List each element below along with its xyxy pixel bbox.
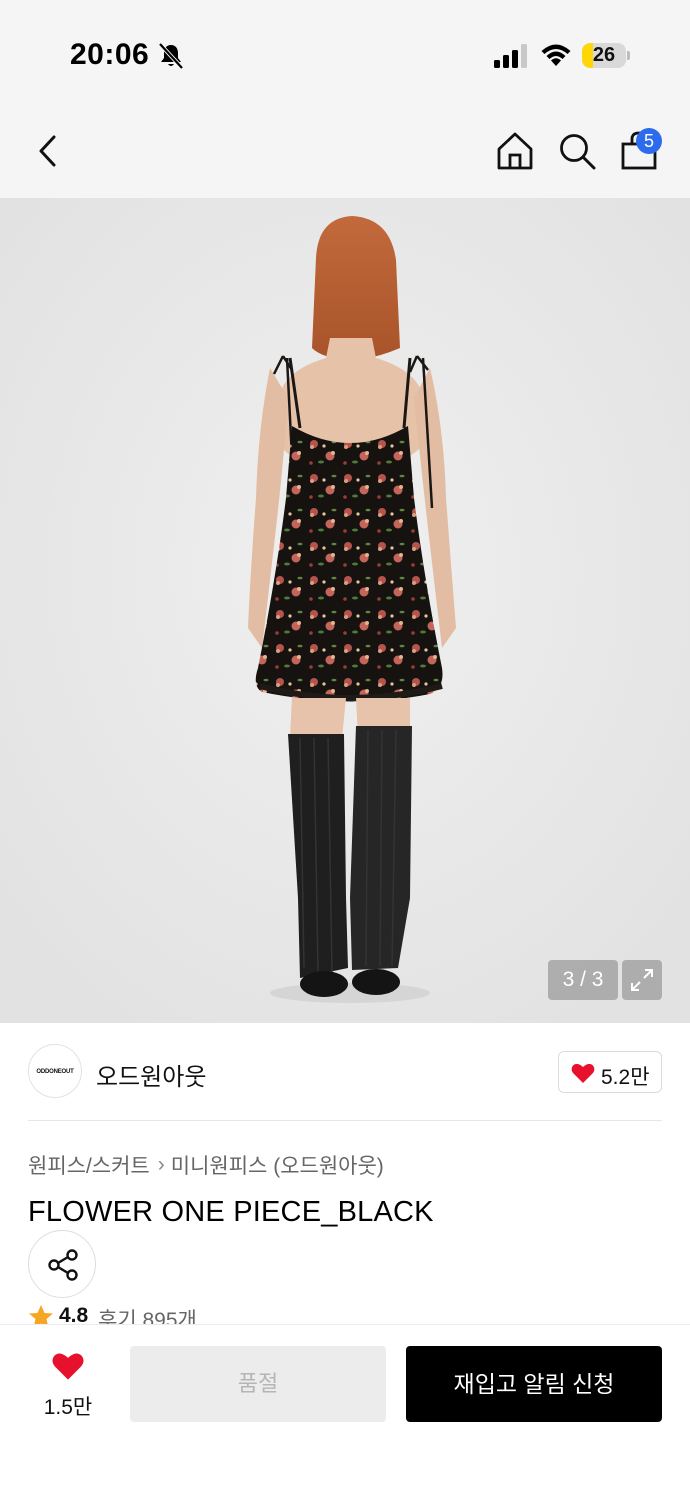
home-icon[interactable]: [494, 130, 536, 172]
product-image[interactable]: 3 / 3: [0, 198, 690, 1023]
status-bar: 20:06 26: [0, 0, 690, 100]
wishlist-count: 1.5만: [43, 1396, 93, 1419]
brand-name[interactable]: 오드원아웃: [96, 1057, 206, 1092]
rating-score: 4.8: [59, 1304, 89, 1326]
product-title: FLOWER ONE PIECE_BLACK: [28, 1196, 434, 1228]
brand-row[interactable]: ODDONEOUT 오드원아웃 5.2만: [28, 1044, 662, 1100]
cart-count-badge: 5: [636, 128, 662, 154]
restock-alert-button[interactable]: 재입고 알림 신청: [406, 1346, 662, 1422]
breadcrumb-subcategory[interactable]: 미니원피스 (오드원아웃): [171, 1155, 384, 1178]
bottom-action-bar: 1.5만 품절 재입고 알림 신청: [0, 1324, 690, 1500]
rating-row[interactable]: 4.8 후기 895개: [28, 1302, 428, 1326]
star-icon: [29, 1305, 53, 1326]
search-icon[interactable]: [556, 130, 598, 172]
back-chevron-icon[interactable]: [30, 130, 66, 172]
battery-level: 26: [592, 44, 616, 66]
soldout-button[interactable]: 품절: [130, 1346, 386, 1422]
status-time: 20:06: [70, 38, 150, 71]
chevron-right-icon: ›: [157, 1153, 165, 1176]
bell-slash-icon: [158, 42, 184, 70]
brand-logo[interactable]: ODDONEOUT: [28, 1044, 82, 1098]
share-icon: [48, 1249, 78, 1281]
battery-icon: 26: [582, 43, 630, 68]
review-count[interactable]: 후기 895개: [98, 1304, 197, 1326]
heart-icon: [571, 1063, 595, 1083]
breadcrumb-category[interactable]: 원피스/스커트: [28, 1155, 150, 1178]
share-button[interactable]: [28, 1230, 96, 1298]
expand-icon[interactable]: [622, 960, 662, 1000]
brand-like-button[interactable]: 5.2만: [558, 1051, 662, 1093]
brand-like-count: 5.2만: [601, 1066, 650, 1089]
wishlist-button[interactable]: 1.5만: [28, 1349, 108, 1419]
top-nav: 5: [0, 100, 690, 198]
divider: [28, 1120, 662, 1121]
wifi-icon: [541, 44, 571, 66]
image-counter: 3 / 3: [548, 960, 618, 1000]
product-photo-model: [0, 198, 690, 1023]
breadcrumb: 원피스/스커트 › 미니원피스 (오드원아웃): [28, 1150, 384, 1180]
heart-icon: [52, 1353, 84, 1380]
cellular-signal-icon: [494, 44, 527, 68]
